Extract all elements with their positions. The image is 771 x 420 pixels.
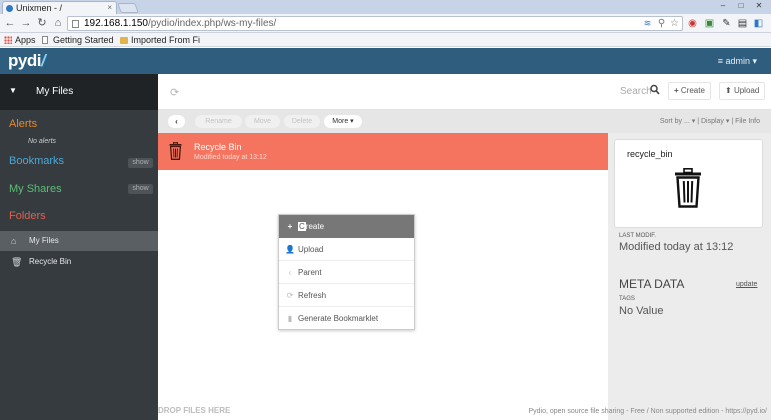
sidebar-item-recycle-bin[interactable]: 🗑 Recycle Bin: [0, 252, 158, 272]
context-bookmarklet-item[interactable]: ▮ Generate Bookmarklet: [279, 307, 414, 330]
url-host: 192.168.1.150: [84, 18, 148, 29]
bookmark-imported[interactable]: Imported From Fi: [120, 34, 200, 46]
sidebar-item-my-files[interactable]: ⌂ My Files: [0, 231, 158, 251]
upload-icon: ⬆: [725, 86, 732, 95]
plus-icon: +: [674, 86, 679, 95]
delete-button[interactable]: Delete: [284, 115, 320, 128]
context-menu: + Create 👤 Upload ‹ Parent ⟳ Refresh ▮ G…: [278, 214, 415, 330]
home-icon: ⌂: [11, 236, 17, 246]
window-maximize-button[interactable]: □: [734, 1, 748, 11]
list-item[interactable]: Recycle Bin Modified today at 13:12: [158, 133, 608, 170]
upload-button[interactable]: ⬆ Upload: [719, 82, 766, 100]
shares-heading: My Shares: [9, 183, 62, 195]
key-icon[interactable]: ⚲: [655, 17, 668, 30]
info-panel: recycle_bin LAST MODIF. Modified today a…: [608, 133, 771, 420]
preview-title: recycle_bin: [627, 149, 673, 159]
meta-data-title: META DATA: [619, 277, 685, 291]
rename-button[interactable]: Rename: [195, 115, 242, 128]
refresh-icon[interactable]: ⟳: [170, 86, 179, 99]
browser-toolbar: ← → ↻ ⌂ 192.168.1.150/pydio/index.php/ws…: [0, 14, 771, 33]
last-modif-value: Modified today at 13:12: [619, 241, 734, 253]
meta-update-link[interactable]: update: [736, 281, 757, 288]
bookmarks-bar: Apps Getting Started Imported From Fi: [0, 33, 771, 47]
back-arrow-icon[interactable]: ←: [4, 17, 16, 30]
footer-note: Pydio, open source file sharing - Free /…: [528, 408, 767, 415]
pydio-favicon-icon: [6, 5, 13, 12]
more-button[interactable]: More ▾: [324, 115, 362, 128]
trash-icon: [675, 168, 701, 208]
page-icon: [72, 20, 79, 28]
last-modif-label: LAST MODIF.: [619, 233, 656, 239]
extension-pen-icon[interactable]: ✎: [720, 17, 733, 30]
forward-arrow-icon[interactable]: →: [20, 17, 32, 30]
home-icon[interactable]: ⌂: [52, 17, 64, 30]
workspace-switcher[interactable]: ▼ My Files: [0, 74, 158, 110]
browser-tab-bar: Unixmen - / × – □ ✕: [0, 0, 771, 14]
context-upload-item[interactable]: 👤 Upload: [279, 238, 414, 261]
folders-heading: Folders: [9, 210, 46, 222]
context-refresh-item[interactable]: ⟳ Refresh: [279, 284, 414, 307]
chrome-extension-icon[interactable]: ◉: [686, 17, 699, 30]
chevron-left-icon: ‹: [288, 268, 292, 277]
tags-label: TAGS: [619, 296, 635, 302]
reload-icon[interactable]: ↻: [36, 17, 48, 30]
file-name: Recycle Bin: [194, 142, 242, 152]
bookmarks-show-button[interactable]: show: [128, 158, 153, 168]
no-alerts-text: No alerts: [28, 138, 57, 145]
folder-icon: [120, 37, 128, 44]
translate-icon[interactable]: ≋: [641, 17, 654, 30]
action-toolbar: ‹ Rename Move Delete More ▾ Sort by ... …: [158, 110, 771, 133]
url-path: /pydio/index.php/ws-my-files/: [147, 18, 277, 29]
trash-icon: [169, 142, 182, 160]
browser-tab[interactable]: Unixmen - / ×: [2, 1, 117, 14]
view-options[interactable]: Sort by ... ▾ | Display ▾ | File Info: [660, 117, 760, 125]
bookmarks-heading: Bookmarks: [9, 155, 65, 167]
main-toolbar: ⟳ Search + Create ⬆ Upload: [158, 74, 771, 110]
search-input[interactable]: Search: [620, 86, 652, 97]
bookmark-icon: ▮: [287, 314, 293, 323]
preview-card: recycle_bin: [614, 139, 763, 228]
context-create-item[interactable]: + Create: [279, 215, 414, 238]
create-button[interactable]: + Create: [668, 82, 711, 100]
extension-blue-icon[interactable]: ◧: [752, 17, 765, 30]
search-icon[interactable]: [650, 84, 660, 96]
window-close-button[interactable]: ✕: [752, 1, 766, 11]
user-icon: 👤: [285, 245, 295, 254]
file-meta: Modified today at 13:12: [194, 154, 267, 161]
back-chevron-icon[interactable]: ‹: [168, 115, 185, 128]
caret-down-icon: ▼: [9, 86, 17, 95]
tags-value: No Value: [619, 305, 664, 317]
bookmark-apps[interactable]: Apps: [4, 34, 36, 46]
tab-title: Unixmen - /: [16, 3, 63, 13]
sidebar: ▼ My Files Alerts No alerts Bookmarks sh…: [0, 74, 158, 420]
window-minimize-button[interactable]: –: [716, 1, 730, 11]
create-letter-highlight: C: [298, 222, 306, 231]
move-button[interactable]: Move: [245, 115, 280, 128]
star-icon[interactable]: ☆: [668, 17, 681, 30]
trash-icon: 🗑: [11, 257, 23, 267]
workspace-title: My Files: [36, 86, 74, 97]
apps-grid-icon: [4, 36, 12, 44]
drop-files-hint: DROP FILES HERE: [158, 406, 231, 415]
context-parent-item[interactable]: ‹ Parent: [279, 261, 414, 284]
page-icon: [42, 36, 48, 44]
extension-green-icon[interactable]: ▣: [703, 17, 716, 30]
alerts-heading: Alerts: [9, 118, 38, 130]
shares-show-button[interactable]: show: [128, 184, 153, 194]
bookmark-getting-started[interactable]: Getting Started: [42, 34, 114, 46]
refresh-icon: ⟳: [286, 291, 294, 300]
app-header: pydi/ ≡ admin ▾: [0, 48, 771, 74]
tab-close-icon[interactable]: ×: [107, 2, 112, 14]
plus-icon: +: [287, 222, 293, 231]
pydio-logo[interactable]: pydi/: [8, 51, 46, 71]
new-tab-button[interactable]: [117, 3, 139, 13]
user-menu[interactable]: ≡ admin ▾: [718, 56, 757, 67]
extension-dark-icon[interactable]: ▤: [736, 17, 749, 30]
address-bar[interactable]: 192.168.1.150/pydio/index.php/ws-my-file…: [67, 16, 683, 31]
